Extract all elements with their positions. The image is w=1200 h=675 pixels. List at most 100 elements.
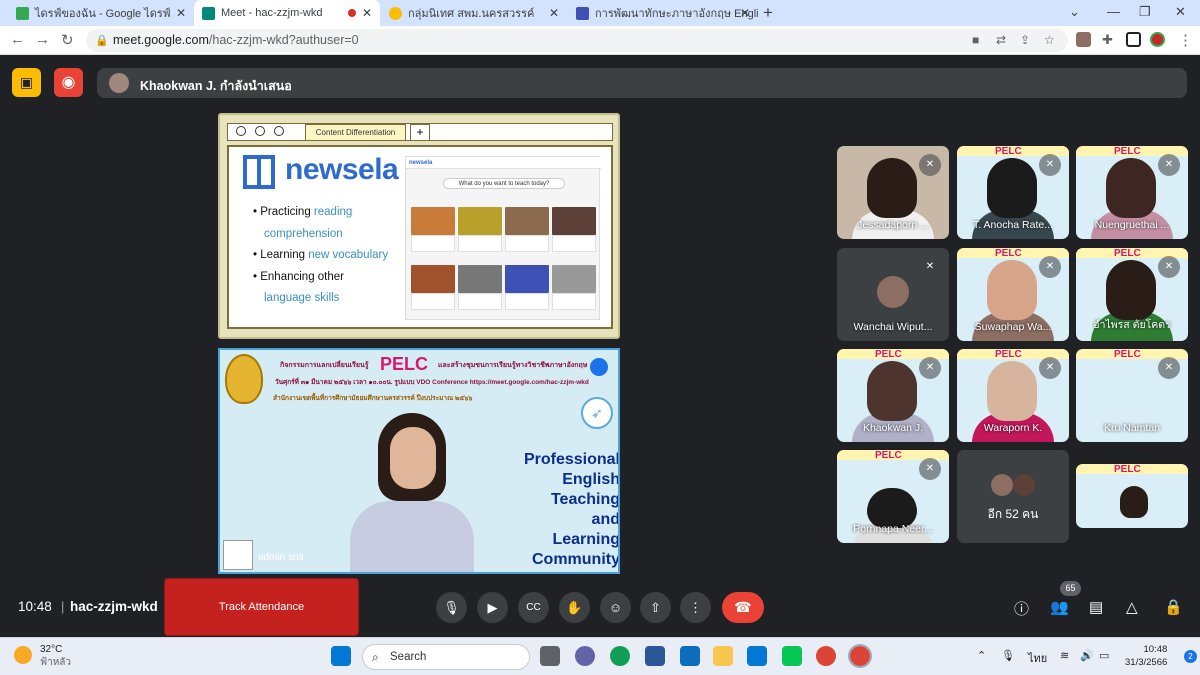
sun-icon [14,646,32,664]
microphone-icon[interactable]: 🎙 [436,592,467,623]
article-thumbnail [552,265,596,293]
restore-icon[interactable]: ❐ [1139,4,1151,20]
participant-tile[interactable]: PELC ✕ Pornnapa Neer... [837,450,949,543]
menu-kebab-icon[interactable]: ⋮ [1178,31,1193,49]
participant-tile[interactable]: PELC ✕ อำไพรส ตัยโคตร [1076,248,1188,341]
windows-taskbar: 32°C ฟ้าหลัว ⌕ Search ⌃ 🎙 ไทย ≋ 🔊 ▭ 10:4… [0,637,1200,675]
extension-avatar-icon[interactable] [1076,32,1091,47]
tab-search-chevron-icon[interactable]: ⌄ [1069,4,1080,20]
people-icon[interactable]: 👥 [1050,598,1069,616]
bullet-item: language skills [264,292,340,304]
close-icon[interactable]: ✕ [740,6,750,20]
tray-chevron-icon[interactable]: ⌃ [977,649,986,662]
camera-icon[interactable]: ■ [972,33,979,47]
taskbar-search[interactable]: ⌕ Search [362,644,530,670]
window-close-icon[interactable]: ✕ [1175,4,1186,20]
system-clock[interactable]: 10:48 31/3/2566 [1125,643,1167,669]
bookmark-star-icon[interactable]: ☆ [1044,33,1055,47]
close-icon[interactable]: ✕ [362,6,372,20]
camera-video-icon[interactable]: ▶ [477,592,508,623]
new-tab-plus-icon[interactable]: + [763,3,773,23]
participant-tile[interactable]: PELC [1076,464,1188,528]
close-icon[interactable]: ✕ [549,6,559,20]
temperature: 32°C [40,644,63,655]
file-explorer-icon[interactable] [713,646,733,666]
word-icon[interactable] [645,646,665,666]
forward-arrow-icon[interactable]: → [35,31,50,48]
end-call-button[interactable]: ☎ [722,592,764,623]
share-icon[interactable]: ⇪ [1020,33,1030,47]
participant-tile[interactable]: ✕ Jessadaporn ... [837,146,949,239]
tab-title: Meet - hac-zzjm-wkd [221,7,323,19]
profile-avatar[interactable] [1150,32,1165,47]
windows-start-icon[interactable] [331,646,351,666]
chat-icon[interactable]: ▤ [1089,598,1103,616]
line-icon[interactable] [782,646,802,666]
article-thumbnail [458,207,502,235]
divider: | [61,599,65,614]
present-screen-icon[interactable]: ⇧ [640,592,671,623]
presenter-avatar [109,73,129,93]
chrome-icon[interactable] [816,646,836,666]
bullet-item: comprehension [264,227,343,240]
present-stop-icon[interactable]: ▣ [12,68,41,97]
reload-icon[interactable]: ↻ [61,31,74,49]
window-dot-icon [255,126,265,136]
captions-icon[interactable]: CC [518,592,549,623]
more-options-icon[interactable]: ⋮ [680,592,711,623]
meet-control-bar: 10:48 | hac-zzjm-wkd Track Attendance 🎙 … [0,578,1200,636]
bullet-item: • Enhancing other [253,270,344,283]
translate-icon[interactable]: ⇄ [996,33,1006,47]
url-bar[interactable]: 🔒 meet.google.com/hac-zzjm-wkd?authuser=… [86,29,1068,52]
participant-name: Waraporn K. [983,422,1043,434]
participant-tile[interactable]: PELC ✕ Waraporn K. [957,349,1069,442]
rocket-icon: ➶ [581,397,613,429]
slide-content: newsela • Practicing reading comprehensi… [227,145,613,329]
volume-icon[interactable]: 🔊 [1080,649,1094,662]
l-app-icon[interactable] [680,646,700,666]
meet-icon [202,6,215,20]
close-icon[interactable]: ✕ [176,6,186,20]
participant-tile[interactable]: PELC ✕ Nuengruethai ... [1076,146,1188,239]
wifi-icon[interactable]: ≋ [1060,649,1069,662]
task-view-icon[interactable] [540,646,560,666]
edge-icon[interactable] [610,646,630,666]
minimize-icon[interactable]: — [1107,4,1120,19]
host-controls-lock-icon[interactable]: 🔒 [1164,598,1183,616]
url-host: meet.google.com [113,33,209,47]
participant-tile[interactable]: PELC ✕ Suwaphap Wa... [957,248,1069,341]
tab-google-drive[interactable]: ไดรฟ์ของฉัน - Google ไดรฟ์ ✕ [8,0,194,26]
extensions-puzzle-icon[interactable]: ✚ [1102,32,1113,48]
teams-chat-icon[interactable] [575,646,595,666]
back-arrow-icon[interactable]: ← [10,31,25,48]
participant-tile[interactable]: PELC ✕ T. Anocha Rate... [957,146,1069,239]
emoji-reaction-icon[interactable]: ☺ [600,592,631,623]
tab-group[interactable]: กลุ่มนิเทศ สพม.นครสวรรค์ ✕ [381,0,567,26]
recording-dot-icon [348,9,356,17]
side-panel-icon[interactable] [1126,32,1141,47]
article-caption [411,235,455,252]
more-participants-tile[interactable]: อีก 52 คน [957,450,1069,543]
article-thumbnail [458,265,502,293]
meeting-info-icon[interactable]: ⓘ [1014,598,1029,619]
participant-tile[interactable]: ✕ Wanchai Wiput... [837,248,949,341]
chrome-active-icon[interactable] [848,644,872,668]
record-icon[interactable]: ◉ [54,68,83,97]
tab-meet[interactable]: Meet - hac-zzjm-wkd ✕ [194,0,380,26]
input-language[interactable]: ไทย [1028,649,1047,667]
activities-icon[interactable]: △ [1126,598,1138,616]
mic-off-icon: ✕ [1039,357,1061,379]
participant-tile[interactable]: PELC ✕ Khaokwan J. [837,349,949,442]
notification-badge[interactable]: 2 [1184,650,1197,663]
weather-widget[interactable]: 32°C ฟ้าหลัว [14,643,71,669]
system-date: 31/3/2566 [1125,657,1168,668]
presenting-banner: Khaokwan J. กำลังนำเสนอ [97,68,1187,98]
tab-forms[interactable]: การพัฒนาทักษะภาษาอังกฤษ English ✕ [568,0,758,26]
raise-hand-icon[interactable]: ✋ [559,592,590,623]
track-attendance-button[interactable]: Track Attendance [164,578,359,636]
weather-condition: ฟ้าหลัว [40,657,72,668]
participant-tile[interactable]: PELC ✕ Kru Namtan [1076,349,1188,442]
battery-icon[interactable]: ▭ [1099,649,1109,662]
tray-mic-icon[interactable]: 🎙 [1001,649,1015,662]
mail-icon[interactable] [747,646,767,666]
